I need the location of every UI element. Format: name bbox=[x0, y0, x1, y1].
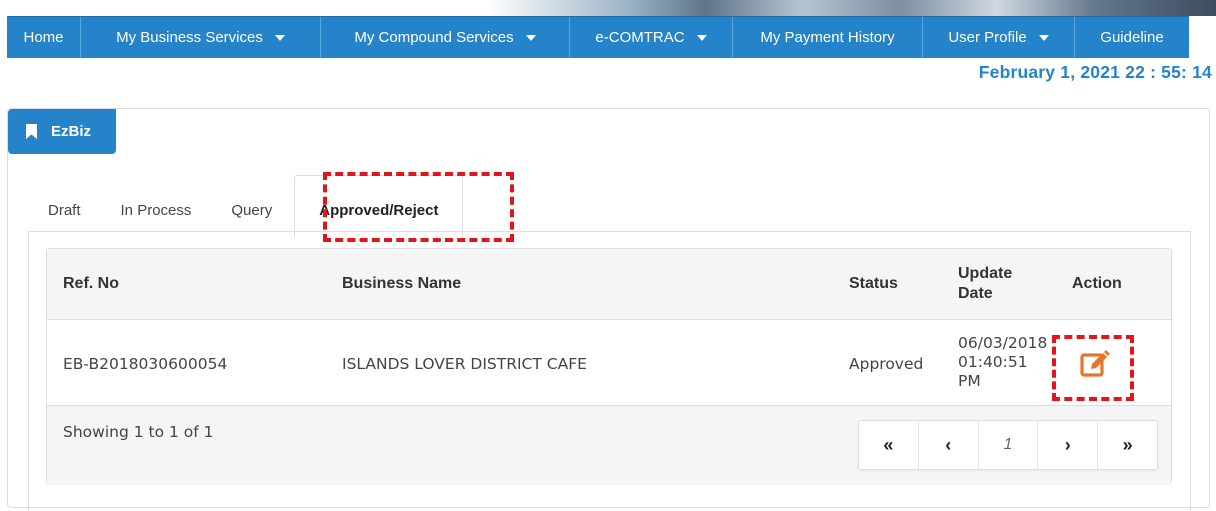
tab-approved-reject-label: Approved/Reject bbox=[319, 202, 439, 219]
col-business-name: Business Name bbox=[342, 275, 462, 292]
cell-status: Approved bbox=[849, 355, 924, 373]
nav-compound-services[interactable]: My Compound Services bbox=[321, 17, 570, 58]
col-ref-no: Ref. No bbox=[63, 275, 119, 292]
edit-button[interactable] bbox=[1080, 349, 1110, 379]
caret-down-icon bbox=[274, 34, 285, 41]
datetime-display: February 1, 2021 22 : 55: 14 bbox=[978, 62, 1212, 82]
caret-down-icon bbox=[525, 34, 536, 41]
tab-query[interactable]: Query bbox=[211, 175, 292, 237]
cell-update-date: 06/03/2018 bbox=[958, 334, 1048, 352]
nav-guideline[interactable]: Guideline bbox=[1075, 17, 1189, 58]
table-footer: Showing 1 to 1 of 1 « ‹ 1 › » bbox=[47, 406, 1171, 485]
col-update-date-line2: Date bbox=[958, 285, 993, 302]
tab-draft[interactable]: Draft bbox=[28, 175, 101, 237]
col-update-date-line1: Update bbox=[958, 265, 1013, 282]
applications-table: Ref. No Business Name Status Update Date… bbox=[46, 248, 1172, 485]
nav-home[interactable]: Home bbox=[7, 17, 81, 58]
col-status: Status bbox=[849, 275, 898, 292]
nav-ecomtrac[interactable]: e-COMTRAC bbox=[570, 17, 733, 58]
tab-approved-reject[interactable]: Approved/Reject bbox=[294, 175, 464, 237]
nav-profile-label: User Profile bbox=[948, 29, 1027, 46]
cell-ref-no: EB-B2018030600054 bbox=[63, 355, 228, 373]
cell-update-time: 01:40:51 bbox=[958, 353, 1028, 371]
page-first-button[interactable]: « bbox=[859, 421, 919, 469]
table-row: EB-B2018030600054 ISLANDS LOVER DISTRICT… bbox=[47, 320, 1171, 406]
page-last-button[interactable]: » bbox=[1098, 421, 1157, 469]
tab-in-process-label: In Process bbox=[120, 202, 192, 219]
main-navbar: Home My Business Services My Compound Se… bbox=[7, 16, 1189, 58]
table-header: Ref. No Business Name Status Update Date… bbox=[47, 249, 1171, 320]
pagination: « ‹ 1 › » bbox=[858, 420, 1158, 470]
nav-guideline-label: Guideline bbox=[1100, 29, 1164, 46]
tab-draft-label: Draft bbox=[48, 202, 81, 219]
nav-ecomtrac-label: e-COMTRAC bbox=[595, 29, 685, 46]
bookmark-icon bbox=[26, 124, 37, 139]
cell-update-ampm: PM bbox=[958, 372, 981, 390]
nav-user-profile[interactable]: User Profile bbox=[923, 17, 1075, 58]
header-banner bbox=[0, 0, 1216, 16]
col-action: Action bbox=[1072, 275, 1122, 292]
tab-query-label: Query bbox=[231, 202, 273, 219]
caret-down-icon bbox=[1038, 34, 1049, 41]
nav-compound-label: My Compound Services bbox=[354, 29, 514, 46]
nav-home-label: Home bbox=[23, 29, 64, 46]
ezbiz-panel: EzBiz Draft In Process Query Approved/Re… bbox=[7, 108, 1210, 511]
cell-business-name: ISLANDS LOVER DISTRICT CAFE bbox=[342, 355, 587, 373]
tab-content: Ref. No Business Name Status Update Date… bbox=[28, 231, 1191, 511]
status-tabs: Draft In Process Query Approved/Reject bbox=[28, 175, 464, 237]
edit-icon bbox=[1080, 350, 1110, 377]
table-summary: Showing 1 to 1 of 1 bbox=[63, 423, 214, 441]
page-next-button[interactable]: › bbox=[1038, 421, 1099, 469]
nav-business-services[interactable]: My Business Services bbox=[81, 17, 321, 58]
nav-business-label: My Business Services bbox=[116, 29, 263, 46]
tab-in-process[interactable]: In Process bbox=[101, 175, 212, 237]
nav-payment-history[interactable]: My Payment History bbox=[733, 17, 923, 58]
nav-payment-label: My Payment History bbox=[760, 29, 895, 46]
page-prev-button[interactable]: ‹ bbox=[919, 421, 979, 469]
caret-down-icon bbox=[696, 34, 707, 41]
panel-title-badge: EzBiz bbox=[8, 109, 116, 154]
page-number-button[interactable]: 1 bbox=[979, 421, 1039, 469]
panel-title: EzBiz bbox=[51, 123, 92, 140]
